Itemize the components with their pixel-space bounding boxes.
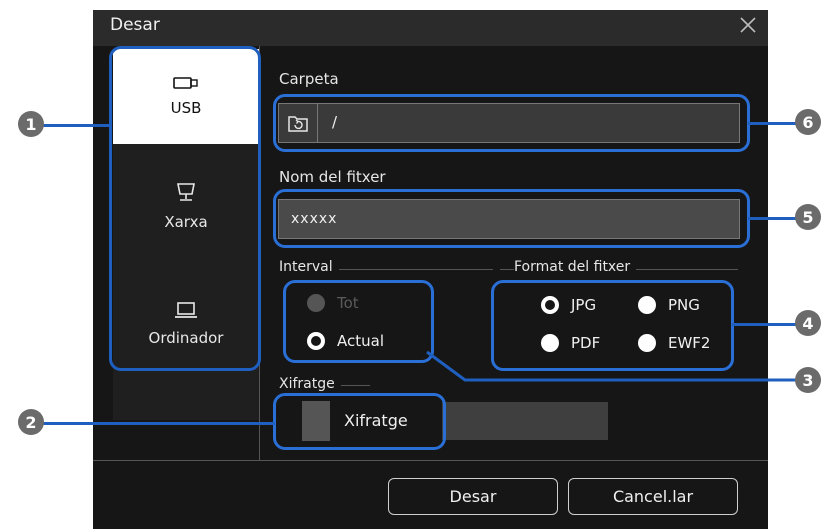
callout-badge-5: 5 — [795, 204, 821, 230]
close-icon[interactable] — [737, 14, 759, 36]
callout-badge-3: 3 — [795, 367, 821, 393]
save-button[interactable]: Desar — [388, 478, 558, 515]
callout-box-filename — [273, 189, 750, 248]
callout-leader-4 — [732, 323, 802, 326]
callout-leader-3 — [426, 350, 795, 382]
callout-badge-6: 6 — [795, 109, 821, 135]
encryption-password-field[interactable] — [442, 402, 608, 440]
callout-box-interval — [283, 280, 434, 363]
format-label: Format del fitxer — [514, 259, 637, 275]
cancel-button[interactable]: Cancel.lar — [568, 478, 738, 515]
callout-leader-1 — [35, 124, 111, 127]
encryption-label: Xifratge — [279, 376, 341, 392]
interval-label: Interval — [279, 259, 339, 275]
callout-badge-1: 1 — [18, 111, 44, 137]
callout-badge-4: 4 — [795, 310, 821, 336]
callout-box-sidebar — [109, 46, 261, 371]
footer-divider — [93, 460, 768, 461]
callout-leader-2 — [35, 422, 275, 425]
dialog-title: Desar — [110, 15, 160, 35]
callout-box-encryption — [273, 393, 446, 450]
folder-label: Carpeta — [279, 70, 339, 88]
title-bar — [93, 10, 768, 46]
callout-badge-2: 2 — [18, 409, 44, 435]
filename-label: Nom del fitxer — [279, 168, 386, 186]
callout-box-folder — [273, 94, 750, 152]
